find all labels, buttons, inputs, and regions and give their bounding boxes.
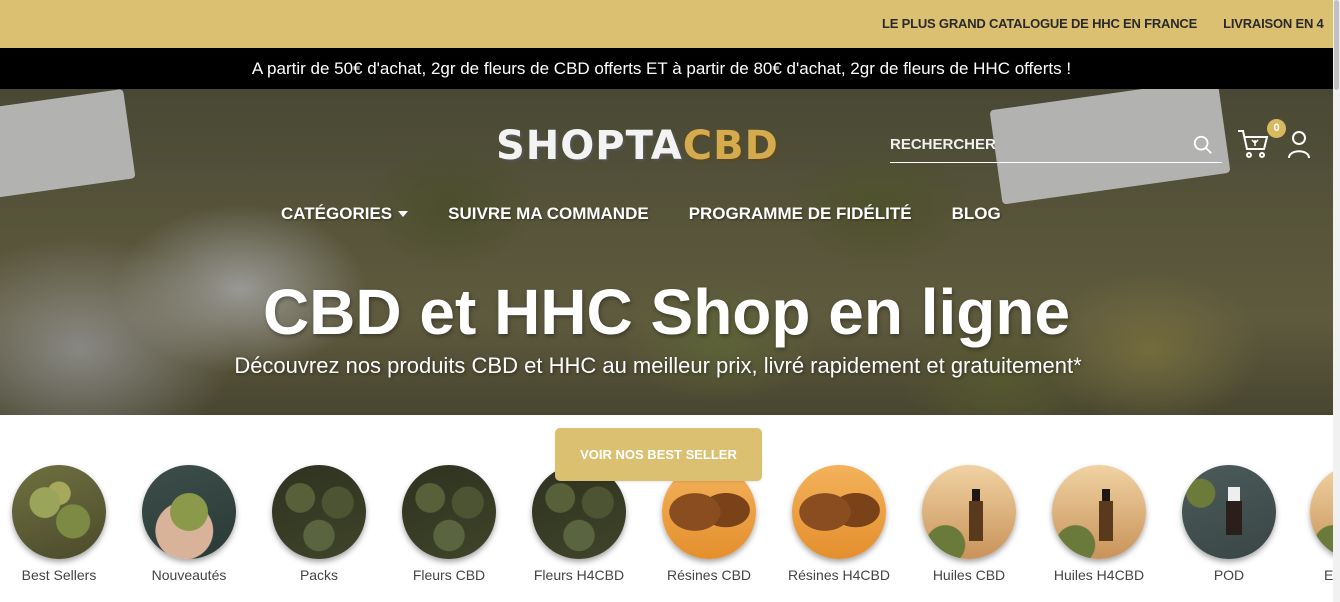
nav-item-loyalty-program[interactable]: PROGRAMME DE FIDÉLITÉ [689,204,912,224]
category-label: Huiles H4CBD [1053,567,1145,583]
promo-banner: A partir de 50€ d'achat, 2gr de fleurs d… [0,48,1333,89]
category-item-e[interactable]: E [1294,465,1333,583]
account-icon[interactable] [1287,130,1311,160]
search-icon[interactable] [1192,134,1214,156]
category-image [1182,465,1276,559]
announcement-bar: LE PLUS GRAND CATALOGUE DE HHC EN FRANCE… [0,0,1333,48]
main-nav: CATÉGORIES SUIVRE MA COMMANDE PROGRAMME … [281,204,1001,224]
nav-item-blog[interactable]: BLOG [952,204,1001,224]
announcement-text: LIVRAISON EN 4 [1223,16,1324,31]
scrollbar-thumb[interactable] [1334,0,1339,90]
page-scrollbar[interactable] [1333,0,1340,602]
category-carousel: Best Sellers Nouveautés Packs Fleurs CBD… [0,465,1333,602]
category-image [12,465,106,559]
hero-banner: SHOPTACBD 0 CATÉGORIES SUIVRE MA COMMAND… [0,89,1333,415]
category-item-fleurs-h4cbd[interactable]: Fleurs H4CBD [514,465,644,583]
search-input[interactable] [890,129,1180,159]
category-label: Huiles CBD [932,567,1006,583]
category-image [1052,465,1146,559]
category-item-resines-h4cbd[interactable]: Résines H4CBD [774,465,904,583]
category-label: Nouveautés [151,567,227,583]
category-label: Packs [299,567,339,583]
category-label: Résines H4CBD [788,567,890,583]
best-seller-button[interactable]: VOIR NOS BEST SELLER [555,428,762,481]
site-logo[interactable]: SHOPTACBD [496,123,779,169]
category-item-packs[interactable]: Packs [254,465,384,583]
category-label: Fleurs H4CBD [533,567,625,583]
category-label: Fleurs CBD [412,567,486,583]
cart-icon[interactable] [1236,127,1270,161]
search-bar [890,129,1222,163]
category-item-nouveautes[interactable]: Nouveautés [124,465,254,583]
hero-subtitle: Découvrez nos produits CBD et HHC au mei… [234,353,1082,378]
category-item-huiles-cbd[interactable]: Huiles CBD [904,465,1034,583]
category-image [402,465,496,559]
category-image [142,465,236,559]
cart-count-badge: 0 [1267,119,1286,138]
category-label: E [1324,567,1333,583]
category-item-resines-cbd[interactable]: Résines CBD [644,465,774,583]
hero-title: CBD et HHC Shop en ligne [262,276,1071,348]
category-item-fleurs-cbd[interactable]: Fleurs CBD [384,465,514,583]
category-image [792,465,886,559]
category-label: Résines CBD [666,567,752,583]
caret-down-icon [398,211,409,217]
category-label: Best Sellers [21,567,97,583]
category-item-pod[interactable]: POD [1164,465,1294,583]
category-label: POD [1213,567,1245,583]
category-image [272,465,366,559]
nav-item-categories[interactable]: CATÉGORIES [281,204,409,224]
category-item-best-sellers[interactable]: Best Sellers [0,465,124,583]
category-item-huiles-h4cbd[interactable]: Huiles H4CBD [1034,465,1164,583]
category-image [922,465,1016,559]
announcement-text: LE PLUS GRAND CATALOGUE DE HHC EN FRANCE [882,16,1198,31]
category-image [1310,465,1333,559]
nav-item-track-order[interactable]: SUIVRE MA COMMANDE [448,204,649,224]
announcement-ticker: LE PLUS GRAND CATALOGUE DE HHC EN FRANCE… [882,16,1333,31]
